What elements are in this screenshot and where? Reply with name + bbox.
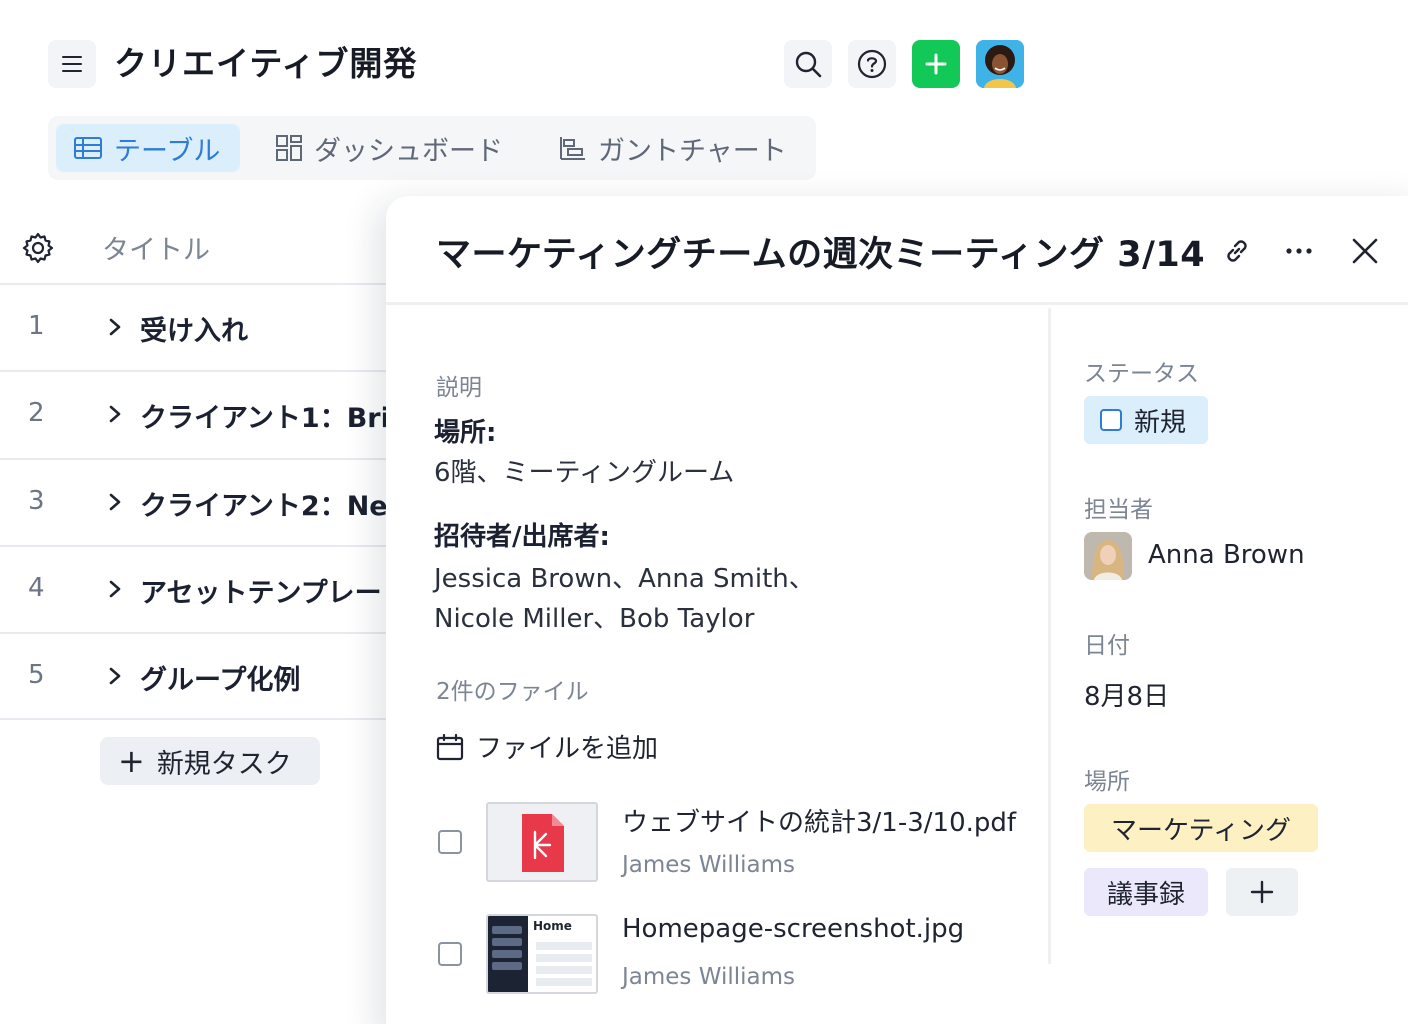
date-value[interactable]: 8月8日 [1084, 676, 1169, 713]
row-title: クライアント2：Ne [140, 491, 388, 522]
tag-minutes[interactable]: 議事録 [1084, 868, 1208, 916]
status-checkbox-icon [1100, 409, 1122, 431]
location-heading: 場所: [434, 418, 497, 448]
assignee-name: Anna Brown [1148, 540, 1305, 570]
help-button[interactable] [848, 40, 896, 88]
hamburger-icon [62, 56, 82, 72]
assignee-avatar[interactable] [1084, 532, 1132, 580]
file-name[interactable]: ウェブサイトの統計3/1-3/10.pdf [622, 802, 1016, 839]
image-thumbnail: Home [486, 914, 598, 994]
table-icon [74, 137, 102, 159]
panel-header-divider [386, 302, 1408, 305]
tab-gantt-label: ガントチャート [598, 135, 787, 167]
row-number: 3 [28, 486, 45, 516]
chevron-right-icon[interactable] [108, 666, 122, 690]
search-icon [795, 51, 822, 78]
new-task-label: 新規タスク [156, 748, 292, 780]
tab-table[interactable]: テーブル [56, 124, 240, 172]
tab-table-label: テーブル [114, 135, 221, 167]
attendees-line-2: Nicole Miller、Bob Taylor [434, 604, 755, 634]
dashboard-icon [276, 135, 302, 161]
location-text: 6階、ミーティングルーム [434, 458, 735, 488]
row-title: クライアント1：Bri [140, 403, 390, 434]
chevron-right-icon[interactable] [108, 317, 122, 341]
assignee-label: 担当者 [1084, 497, 1153, 523]
table-row[interactable]: 4 アセットテンプレー [0, 545, 420, 633]
chevron-right-icon[interactable] [108, 492, 122, 516]
assignee-photo [1084, 532, 1132, 580]
link-icon[interactable] [1222, 236, 1252, 266]
new-task-button[interactable]: + 新規タスク [100, 737, 320, 785]
add-file-button[interactable]: ファイルを追加 [436, 728, 658, 765]
table-row[interactable]: 3 クライアント2：Ne [0, 458, 420, 546]
file-item[interactable]: ウェブサイトの統計3/1-3/10.pdf James Williams [436, 802, 1056, 886]
row-number: 1 [28, 311, 45, 341]
place-label: 場所 [1084, 769, 1130, 795]
status-value: 新規 [1134, 407, 1187, 438]
row-number: 4 [28, 573, 45, 603]
status-label: ステータス [1084, 361, 1199, 387]
status-badge[interactable]: 新規 [1084, 396, 1208, 444]
attendees-heading: 招待者/出席者: [434, 522, 610, 552]
close-icon[interactable] [1350, 236, 1380, 266]
date-label: 日付 [1084, 633, 1130, 659]
row-title: アセットテンプレー [140, 578, 382, 609]
add-file-label: ファイルを追加 [476, 734, 659, 764]
row-number: 5 [28, 660, 45, 690]
user-avatar[interactable] [976, 40, 1024, 88]
gear-icon [22, 232, 54, 264]
tag-marketing[interactable]: マーケティング [1084, 804, 1318, 852]
plus-icon [925, 53, 947, 75]
table-settings-button[interactable] [22, 232, 54, 268]
file-author: James Williams [622, 852, 796, 878]
row-title: 受け入れ [140, 316, 248, 347]
menu-button[interactable] [48, 40, 96, 88]
plus-icon [1250, 880, 1274, 904]
table-row[interactable]: 5 グループ化例 [0, 632, 420, 720]
more-options-icon[interactable] [1284, 236, 1314, 266]
file-checkbox[interactable] [438, 942, 462, 966]
chevron-right-icon[interactable] [108, 404, 122, 428]
table-row[interactable]: 1 受け入れ [0, 283, 420, 371]
attendees-line-1: Jessica Brown、Anna Smith、 [434, 564, 815, 594]
view-tabs: テーブル ダッシュボード ガントチャート [48, 116, 816, 180]
page-title: クリエイティブ開発 [114, 44, 418, 83]
table-bottom-divider [0, 718, 420, 720]
calendar-icon [436, 733, 464, 761]
row-title: グループ化例 [140, 665, 301, 696]
row-number: 2 [28, 398, 45, 428]
search-button[interactable] [784, 40, 832, 88]
tab-dashboard[interactable]: ダッシュボード [272, 124, 532, 172]
files-count-label: 2件のファイル [436, 679, 589, 705]
file-name[interactable]: Homepage-screenshot.jpg [622, 914, 964, 944]
tab-gantt[interactable]: ガントチャート [556, 124, 806, 172]
tab-dashboard-label: ダッシュボード [314, 135, 503, 167]
file-checkbox[interactable] [438, 830, 462, 854]
help-icon [857, 49, 887, 79]
add-button[interactable] [912, 40, 960, 88]
avatar-image [976, 40, 1024, 88]
chevron-right-icon[interactable] [108, 579, 122, 603]
pdf-file-icon [522, 814, 564, 872]
table-row[interactable]: 2 クライアント1：Bri [0, 370, 420, 458]
column-header-title[interactable]: タイトル [102, 228, 210, 267]
task-detail-panel: マーケティングチームの週次ミーティング 3/14 説明 場所: 6階、ミーティン… [386, 196, 1408, 1024]
add-tag-button[interactable] [1226, 868, 1298, 916]
file-item[interactable]: Home Homepage-screenshot.jpg James Willi… [436, 914, 1056, 998]
gantt-icon [560, 136, 586, 160]
pdf-thumbnail [486, 802, 598, 882]
screenshot-thumb-text: Home [533, 919, 572, 933]
file-author: James Williams [622, 964, 796, 990]
description-label: 説明 [436, 375, 482, 401]
plus-icon: + [118, 742, 145, 780]
task-title: マーケティングチームの週次ミーティング 3/14 [436, 235, 1206, 275]
